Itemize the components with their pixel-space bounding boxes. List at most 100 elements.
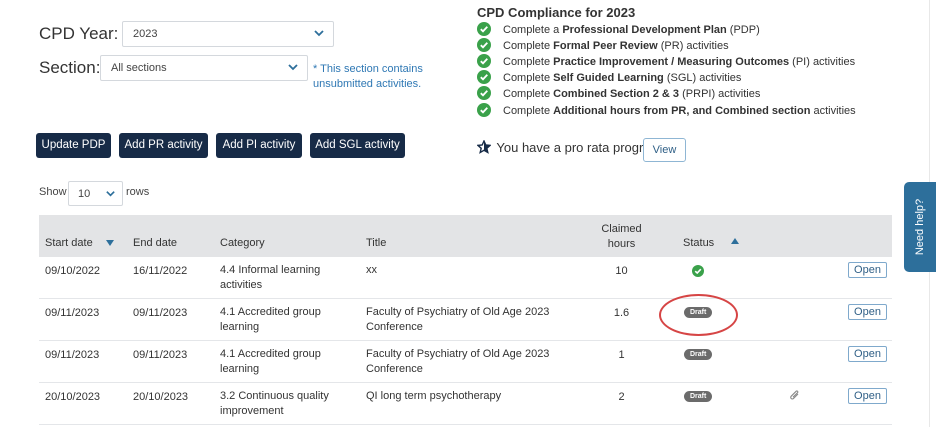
note-line-2: unsubmitted activities. <box>313 78 422 90</box>
check-circle-icon <box>477 70 491 85</box>
cell-claimed-hours: 10 <box>615 265 628 277</box>
compliance-post: (PI) activities <box>789 56 856 68</box>
add-pi-activity-button[interactable]: Add PI activity <box>216 133 302 158</box>
status-badge: Draft <box>684 391 713 402</box>
compliance-bold: Combined Section 2 & 3 <box>553 88 680 100</box>
compliance-item: Complete Self Guided Learning (SGL) acti… <box>477 70 741 86</box>
check-circle-icon <box>477 22 491 37</box>
cell-title: QI long term psychotherapy <box>366 389 501 404</box>
category-line-1: 4.1 Accredited group <box>220 306 321 318</box>
open-button[interactable]: Open <box>848 388 887 404</box>
open-button[interactable]: Open <box>848 304 887 320</box>
header-claimed-line-1: Claimed <box>601 223 642 235</box>
cpd-year-select[interactable]: 2023 <box>122 21 334 47</box>
pro-rata-notice: You have a pro rata program <box>477 140 661 155</box>
table-row[interactable]: 20/10/2023 20/10/2023 3.2 Continuous quali… <box>39 383 892 425</box>
check-circle-icon <box>477 38 491 53</box>
cell-category: 4.4 Informal learning activities <box>220 263 320 293</box>
need-help-label: Need help? <box>914 198 926 256</box>
cell-claimed-hours: 2 <box>618 391 625 403</box>
header-category[interactable]: Category <box>220 237 265 249</box>
compliance-item: Complete a Professional Development Plan… <box>477 22 760 38</box>
cell-start-date: 09/10/2022 <box>45 265 101 277</box>
compliance-post: activities <box>810 105 856 117</box>
header-status[interactable]: Status <box>683 237 740 249</box>
category-line-1: 3.2 Continuous quality <box>220 390 329 402</box>
compliance-pre: Complete <box>503 40 554 52</box>
header-title[interactable]: Title <box>366 237 386 249</box>
status-badge: Draft <box>684 349 713 360</box>
compliance-pre: Complete <box>503 88 554 100</box>
paperclip-icon[interactable] <box>789 390 801 402</box>
open-button[interactable]: Open <box>848 346 887 362</box>
section-value: All sections <box>111 62 167 74</box>
header-start-date[interactable]: Start date <box>45 237 114 249</box>
section-label: Section: <box>39 58 101 77</box>
category-line-2: improvement <box>220 405 284 417</box>
view-pro-rata-button[interactable]: View <box>643 138 686 162</box>
chevron-down-icon <box>106 191 115 197</box>
sort-ascending-icon <box>731 238 740 244</box>
chevron-down-icon <box>314 30 324 37</box>
compliance-item: Complete Additional hours from PR, and C… <box>477 103 856 119</box>
title-line-1: xx <box>366 264 377 276</box>
header-status-label: Status <box>683 237 715 249</box>
compliance-post: (PRPI) activities <box>679 88 761 100</box>
cell-start-date: 09/11/2023 <box>45 349 100 361</box>
compliance-pre: Complete <box>503 72 554 84</box>
update-pdp-button[interactable]: Update PDP <box>36 133 111 158</box>
cell-category: 4.1 Accredited group learning <box>220 305 321 335</box>
header-claimed-line-2: hours <box>607 238 636 250</box>
compliance-bold: Self Guided Learning <box>553 72 664 84</box>
sort-descending-icon <box>105 240 114 247</box>
cell-end-date: 20/10/2023 <box>133 391 189 403</box>
rows-per-page-value: 10 <box>78 188 91 200</box>
compliance-item: Complete Formal Peer Review (PR) activit… <box>477 38 729 54</box>
title-line-1: QI long term psychotherapy <box>366 390 502 402</box>
compliance-pre: Complete <box>503 105 554 117</box>
highlight-circle <box>659 294 738 336</box>
cpd-year-label: CPD Year: <box>39 24 119 43</box>
rows-per-page-select[interactable]: 10 <box>68 181 123 206</box>
compliance-bold: Practice Improvement / Measuring Outcome… <box>553 56 790 68</box>
table-row[interactable]: 09/11/2023 09/11/2023 4.1 Accredited group… <box>39 341 892 383</box>
compliance-pre: Complete a <box>503 24 563 36</box>
header-claimed-hours[interactable]: Claimed hours <box>599 222 644 252</box>
title-line-1: Faculty of Psychiatry of Old Age 2023 <box>366 306 550 318</box>
check-circle-icon <box>477 103 491 118</box>
chevron-down-icon <box>288 64 298 71</box>
category-line-2: activities <box>220 279 263 291</box>
add-pr-activity-button[interactable]: Add PR activity <box>119 133 208 158</box>
title-line-2: Conference <box>366 321 423 333</box>
compliance-post: (SGL) activities <box>663 72 742 84</box>
open-button[interactable]: Open <box>848 262 887 278</box>
table-header: Start date End date Category Title Claim… <box>39 215 892 257</box>
cell-category: 3.2 Continuous quality improvement <box>220 389 329 419</box>
compliance-bold: Formal Peer Review <box>553 40 658 52</box>
header-start-date-label: Start date <box>45 237 93 249</box>
section-select[interactable]: All sections <box>100 55 308 81</box>
complete-check-icon <box>692 265 704 277</box>
header-end-date[interactable]: End date <box>133 237 177 249</box>
cell-claimed-hours: 1.6 <box>613 307 630 319</box>
cell-end-date: 16/11/2022 <box>133 265 188 277</box>
compliance-title: CPD Compliance for 2023 <box>477 5 636 20</box>
cell-start-date: 09/11/2023 <box>45 307 100 319</box>
show-label: Show <box>39 186 67 198</box>
add-sgl-activity-button[interactable]: Add SGL activity <box>310 133 405 158</box>
compliance-post: (PR) activities <box>657 40 729 52</box>
compliance-item: Complete Combined Section 2 & 3 (PRPI) a… <box>477 86 760 102</box>
check-circle-icon <box>477 54 491 69</box>
table-row[interactable]: 09/11/2023 09/11/2023 4.1 Accredited group… <box>39 299 892 341</box>
cell-end-date: 09/11/2023 <box>133 349 188 361</box>
cell-start-date: 20/10/2023 <box>45 391 101 403</box>
pro-rata-text: You have a pro rata program <box>496 140 662 155</box>
compliance-pre: Complete <box>503 56 554 68</box>
compliance-item: Complete Practice Improvement / Measurin… <box>477 54 855 70</box>
cell-category: 4.1 Accredited group learning <box>220 347 321 377</box>
need-help-tab[interactable]: Need help? <box>904 182 936 272</box>
cpd-year-value: 2023 <box>133 28 158 40</box>
unsubmitted-note: * This section contains unsubmitted acti… <box>313 62 423 92</box>
table-row[interactable]: 09/10/2022 16/11/2022 4.4 Informal learnin… <box>39 257 892 299</box>
cell-title: Faculty of Psychiatry of Old Age 2023 Con… <box>366 305 549 335</box>
